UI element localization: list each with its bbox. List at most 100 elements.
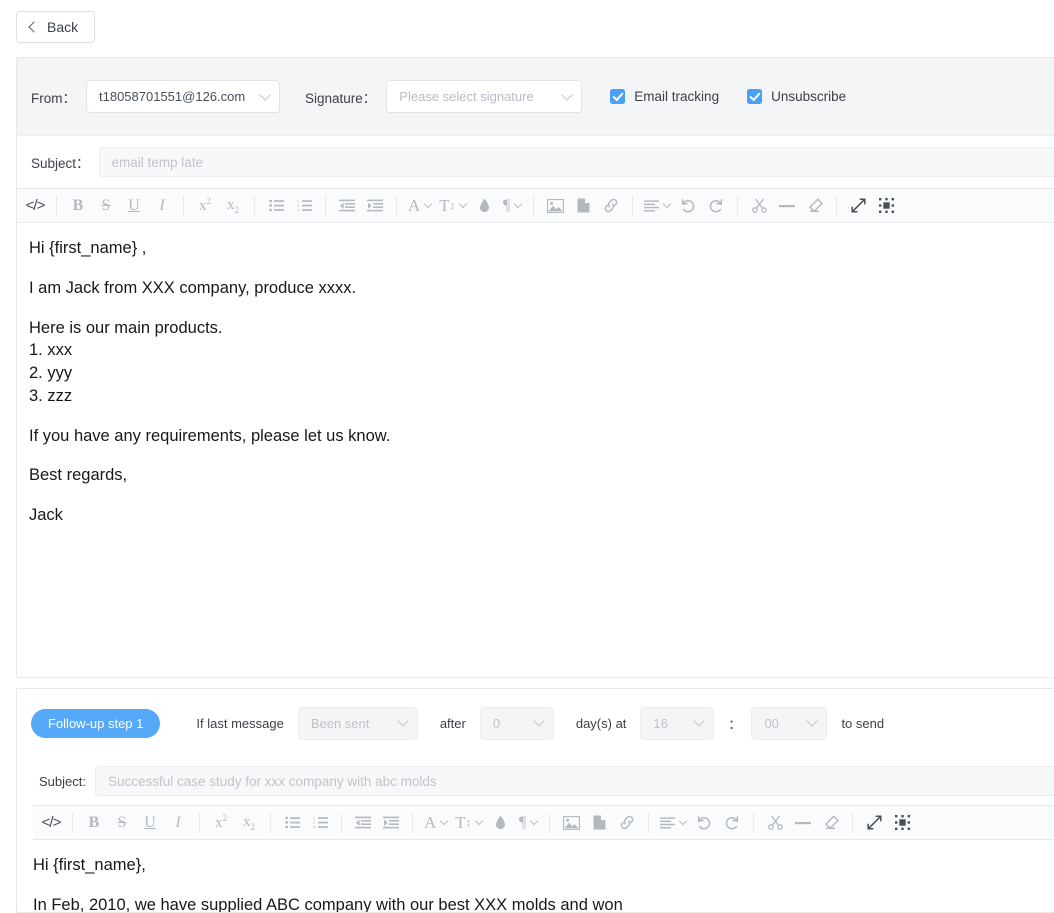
numbered-list-icon[interactable]: 1 2 3	[290, 192, 318, 220]
paragraph-format-icon[interactable]: ¶	[514, 809, 542, 837]
followup-body-editor[interactable]: Hi {first_name}, In Feb, 2010, we have s…	[17, 840, 1054, 912]
chevron-down-icon	[561, 88, 573, 101]
italic-icon[interactable]: I	[164, 809, 192, 837]
followup-subject-input[interactable]	[94, 766, 1054, 796]
source-code-icon[interactable]: </>	[37, 809, 65, 837]
followup-days-select[interactable]: 0	[479, 706, 554, 740]
font-size-icon[interactable]: T ↕	[451, 809, 486, 837]
toolbar-divider	[199, 812, 200, 833]
from-select-value: t18058701551@126.com	[99, 89, 246, 104]
insert-image-icon[interactable]	[557, 809, 585, 837]
signature-select[interactable]: Please select signature	[386, 80, 583, 113]
underline-icon[interactable]: U	[136, 809, 164, 837]
undo-icon[interactable]	[690, 809, 718, 837]
font-size-icon[interactable]: T ↕	[435, 192, 470, 220]
redo-icon[interactable]	[702, 192, 730, 220]
email-body-editor[interactable]: Hi {first_name} , I am Jack from XXX com…	[17, 223, 1054, 677]
followup-condition-value: Been sent	[310, 715, 370, 731]
align-icon[interactable]	[640, 192, 674, 220]
check-icon	[610, 89, 626, 104]
followup-after-label: after	[439, 715, 466, 731]
chevron-down-icon	[533, 715, 545, 727]
chevron-down-icon	[397, 715, 409, 727]
subscript-icon[interactable]: x2	[219, 192, 247, 220]
editor-toolbar: </> B S U I x2 x2 1 2 3 A T ↕ ¶	[17, 188, 1054, 223]
toolbar-divider	[325, 195, 326, 216]
outdent-icon[interactable]	[333, 192, 361, 220]
toolbar-divider	[270, 812, 271, 833]
followup-step-badge[interactable]: Follow-up step 1	[31, 708, 161, 738]
insert-file-icon[interactable]	[585, 809, 613, 837]
from-label: From：	[31, 90, 76, 106]
toolbar-divider	[396, 195, 397, 216]
toolbar-divider	[648, 812, 650, 833]
underline-icon[interactable]: U	[120, 192, 148, 220]
signature-label: Signature：	[305, 90, 377, 106]
outdent-icon[interactable]	[349, 809, 377, 837]
back-button[interactable]: Back	[16, 11, 96, 43]
body-sender: Jack	[29, 506, 63, 525]
followup-days-label: day(s) at	[575, 715, 627, 731]
body-product-item: 3. zzz	[29, 386, 73, 405]
select-all-icon[interactable]	[888, 809, 916, 837]
insert-file-icon[interactable]	[569, 192, 597, 220]
select-all-icon[interactable]	[872, 192, 900, 220]
followup-schedule-row: Follow-up step 1 If last message Been se…	[17, 689, 1054, 757]
strikethrough-icon[interactable]: S	[108, 809, 136, 837]
font-color-icon[interactable]: A	[404, 192, 435, 220]
toolbar-divider	[56, 195, 57, 216]
strikethrough-icon[interactable]: S	[92, 192, 120, 220]
bold-icon[interactable]: B	[64, 192, 92, 220]
svg-text:3: 3	[297, 208, 300, 213]
clear-formatting-icon[interactable]	[817, 809, 845, 837]
insert-link-icon[interactable]	[613, 809, 641, 837]
bullet-list-icon[interactable]	[278, 809, 306, 837]
bold-icon[interactable]: B	[80, 809, 108, 837]
toolbar-divider	[632, 195, 634, 216]
followup-to-send-label: to send	[841, 715, 885, 731]
followup-body-line: In Feb, 2010, we have supplied ABC compa…	[33, 895, 623, 912]
followup-hour-select[interactable]: 16	[640, 706, 715, 740]
insert-link-icon[interactable]	[597, 192, 625, 220]
indent-icon[interactable]	[377, 809, 405, 837]
chevron-down-icon	[806, 715, 819, 727]
followup-minute-value: 00	[764, 715, 779, 731]
followup-editor-toolbar: </> B S U I x2 x2 1 2 3 A T ↕ ¶	[33, 805, 1054, 840]
followup-condition-select[interactable]: Been sent	[297, 706, 418, 740]
subject-input[interactable]	[98, 147, 1054, 177]
email-tracking-checkbox[interactable]: Email tracking	[610, 89, 719, 104]
chevron-down-icon	[693, 715, 706, 727]
paragraph-format-icon[interactable]: ¶	[498, 192, 526, 220]
followup-body-greeting: Hi {first_name},	[33, 856, 146, 874]
chevron-down-icon	[259, 88, 271, 101]
body-product-item: 1. xxx	[29, 341, 73, 360]
source-code-icon[interactable]: </>	[21, 192, 49, 220]
align-icon[interactable]	[656, 809, 690, 837]
undo-icon[interactable]	[674, 192, 702, 220]
horizontal-rule-icon[interactable]	[789, 809, 817, 837]
superscript-icon[interactable]: x2	[191, 192, 219, 220]
from-select[interactable]: t18058701551@126.com	[86, 80, 280, 113]
followup-time-separator: ：	[728, 716, 742, 732]
subscript-icon[interactable]: x2	[235, 809, 263, 837]
email-tracking-label: Email tracking	[634, 89, 720, 104]
indent-icon[interactable]	[361, 192, 389, 220]
numbered-list-icon[interactable]: 1 2 3	[306, 809, 334, 837]
body-greeting: Hi {first_name} ,	[29, 239, 147, 257]
redo-icon[interactable]	[718, 809, 746, 837]
superscript-icon[interactable]: x2	[207, 809, 235, 837]
background-color-icon[interactable]	[486, 809, 514, 837]
cut-icon[interactable]	[745, 192, 773, 220]
unsubscribe-checkbox[interactable]: Unsubscribe	[747, 89, 846, 104]
cut-icon[interactable]	[761, 809, 789, 837]
followup-minute-select[interactable]: 00	[751, 706, 828, 740]
font-color-icon[interactable]: A	[420, 809, 451, 837]
fullscreen-icon[interactable]	[844, 192, 872, 220]
italic-icon[interactable]: I	[148, 192, 176, 220]
insert-image-icon[interactable]	[541, 192, 569, 220]
horizontal-rule-icon[interactable]	[773, 192, 801, 220]
clear-formatting-icon[interactable]	[801, 192, 829, 220]
background-color-icon[interactable]	[470, 192, 498, 220]
fullscreen-icon[interactable]	[860, 809, 888, 837]
bullet-list-icon[interactable]	[262, 192, 290, 220]
